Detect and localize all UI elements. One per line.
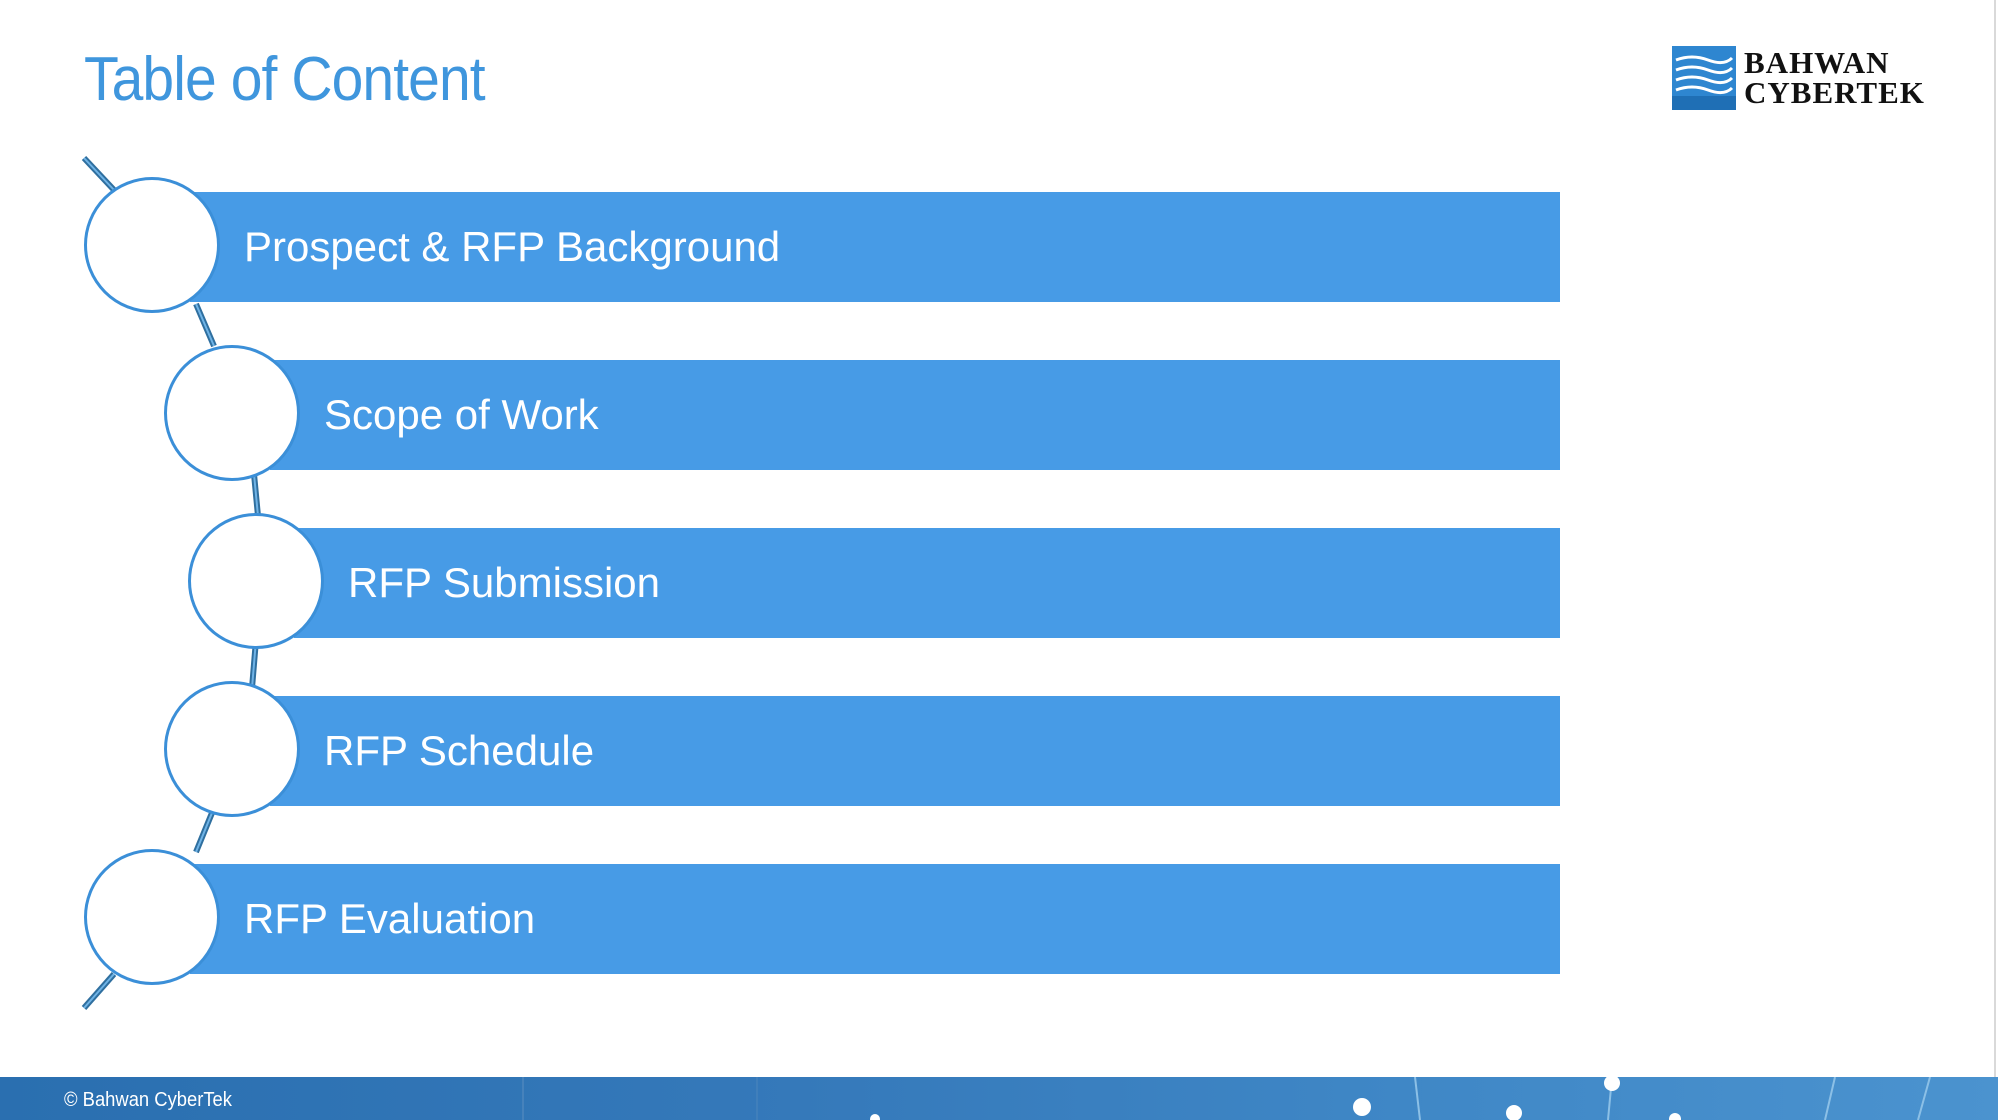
logo-line-2: CYBERTEK (1744, 75, 1925, 110)
toc-item-3[interactable]: RFP Submission (294, 528, 1560, 638)
footer-network-graphic (522, 1077, 1931, 1120)
bahwan-cybertek-logo-icon (1672, 46, 1736, 110)
toc-item-5[interactable]: RFP Evaluation (190, 864, 1560, 974)
toc-item-label: Scope of Work (324, 391, 599, 438)
toc-item-label: RFP Schedule (324, 727, 595, 774)
toc-item-label: RFP Submission (348, 559, 661, 606)
toc-item-4[interactable]: RFP Schedule (270, 696, 1560, 806)
toc-item-label: Prospect & RFP Background (244, 223, 781, 270)
toc-item-4-marker (164, 681, 300, 817)
toc-item-1[interactable]: Prospect & RFP Background (190, 192, 1560, 302)
toc-item-5-marker (84, 849, 220, 985)
toc-item-2-marker (164, 345, 300, 481)
toc-item-label: RFP Evaluation (244, 895, 536, 942)
toc-item-1-marker (84, 177, 220, 313)
toc-item-3-marker (188, 513, 324, 649)
logo-line-1: BAHWAN (1744, 45, 1890, 80)
slide-edge-divider (1994, 0, 1996, 1080)
footer-copyright: © Bahwan CyberTek (64, 1089, 233, 1111)
toc-item-2[interactable]: Scope of Work (270, 360, 1560, 470)
company-logo: BAHWAN CYBERTEK (1670, 46, 1930, 112)
